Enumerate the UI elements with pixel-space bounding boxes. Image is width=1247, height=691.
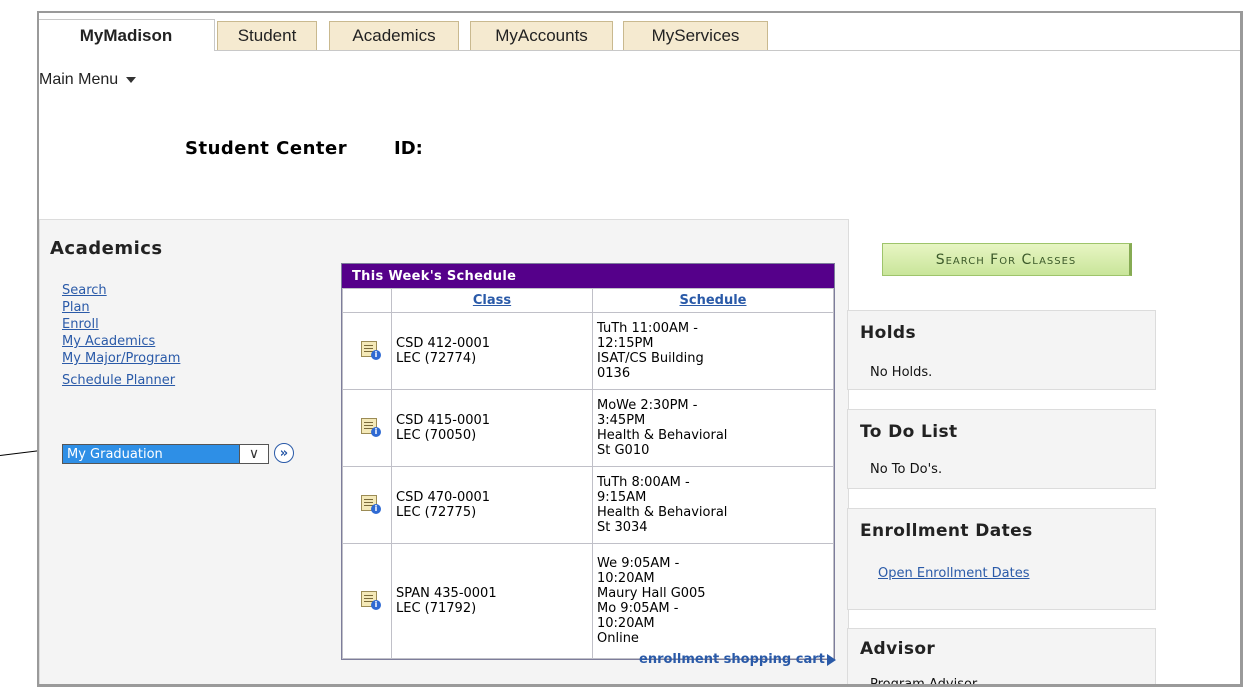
schedule-planner-link[interactable]: Schedule Planner (62, 372, 180, 389)
todo-title: To Do List (860, 422, 958, 442)
class-column-header[interactable]: Class (391, 288, 593, 313)
tab-bar: MyMadison Student Academics MyAccounts M… (39, 13, 1240, 51)
enrollment-dates-title: Enrollment Dates (860, 521, 1033, 541)
row-icon-cell (342, 389, 392, 467)
enrollment-dates-panel: Enrollment Dates Open Enrollment Dates (847, 508, 1156, 610)
chevron-down-icon: ∨ (239, 445, 268, 463)
search-link[interactable]: Search (62, 282, 180, 299)
table-row: SPAN 435-0001 LEC (71792) We 9:05AM - 10… (342, 543, 834, 659)
class-details-icon[interactable] (361, 418, 381, 437)
class-cell: CSD 415-0001 LEC (70050) (391, 389, 593, 467)
shopping-cart-link[interactable]: enrollment shopping cart (639, 652, 836, 667)
student-id-label: ID: (394, 138, 423, 159)
weekly-schedule: This Week's Schedule Class Schedule CSD … (341, 263, 835, 660)
advisor-panel: Advisor Program Advisor (847, 628, 1156, 687)
my-academics-link[interactable]: My Academics (62, 333, 180, 350)
class-details-icon[interactable] (361, 341, 381, 360)
schedule-cell: TuTh 8:00AM - 9:15AM Health & Behavioral… (592, 466, 834, 544)
schedule-table: Class Schedule CSD 412-0001 LEC (72774) … (342, 288, 834, 659)
row-icon-cell (342, 466, 392, 544)
schedule-cell: We 9:05AM - 10:20AM Maury Hall G005 Mo 9… (592, 543, 834, 659)
main-menu[interactable]: Main Menu (39, 71, 137, 89)
holds-title: Holds (860, 323, 917, 343)
advisor-text: Program Advisor (870, 677, 978, 687)
class-cell: CSD 412-0001 LEC (72774) (391, 312, 593, 390)
page-title: Student Center (185, 138, 348, 159)
row-icon-cell (342, 543, 392, 659)
table-row: CSD 415-0001 LEC (70050) MoWe 2:30PM - 3… (342, 389, 834, 467)
tab-myaccounts[interactable]: MyAccounts (470, 21, 613, 50)
icon-column-header (342, 288, 392, 313)
schedule-header-row: Class Schedule (342, 288, 834, 313)
enroll-link[interactable]: Enroll (62, 316, 180, 333)
schedule-column-header[interactable]: Schedule (592, 288, 834, 313)
shopping-cart-label: enrollment shopping cart (639, 652, 825, 667)
search-for-classes-button[interactable]: Search For Classes (882, 243, 1132, 276)
go-arrow-icon[interactable]: » (274, 443, 294, 463)
class-details-icon[interactable] (361, 591, 381, 610)
class-cell: CSD 470-0001 LEC (72775) (391, 466, 593, 544)
dropdown-selected-value: My Graduation (67, 446, 163, 462)
table-row: CSD 470-0001 LEC (72775) TuTh 8:00AM - 9… (342, 466, 834, 544)
open-enrollment-dates-link[interactable]: Open Enrollment Dates (878, 566, 1030, 581)
row-icon-cell (342, 312, 392, 390)
schedule-cell: TuTh 11:00AM - 12:15PM ISAT/CS Building … (592, 312, 834, 390)
todo-panel: To Do List No To Do's. (847, 409, 1156, 489)
holds-text: No Holds. (870, 365, 933, 380)
arrow-right-icon (826, 653, 836, 666)
plan-link[interactable]: Plan (62, 299, 180, 316)
class-cell: SPAN 435-0001 LEC (71792) (391, 543, 593, 659)
table-row: CSD 412-0001 LEC (72774) TuTh 11:00AM - … (342, 312, 834, 390)
advisor-title: Advisor (860, 639, 936, 659)
main-menu-label: Main Menu (39, 71, 119, 88)
schedule-title: This Week's Schedule (342, 264, 834, 288)
chevron-down-icon (126, 76, 137, 83)
academics-links: Search Plan Enroll My Academics My Major… (62, 282, 180, 389)
tab-student[interactable]: Student (217, 21, 317, 50)
todo-text: No To Do's. (870, 462, 943, 477)
my-major-program-link[interactable]: My Major/Program (62, 350, 180, 367)
browser-frame: MyMadison Student Academics MyAccounts M… (37, 11, 1243, 687)
tab-mymadison[interactable]: MyMadison (39, 19, 215, 51)
tab-academics[interactable]: Academics (329, 21, 459, 50)
class-details-icon[interactable] (361, 495, 381, 514)
tab-myservices[interactable]: MyServices (623, 21, 768, 50)
holds-panel: Holds No Holds. (847, 310, 1156, 390)
academics-title: Academics (50, 238, 163, 259)
academics-dropdown[interactable]: My Graduation ∨ (62, 444, 269, 464)
schedule-cell: MoWe 2:30PM - 3:45PM Health & Behavioral… (592, 389, 834, 467)
